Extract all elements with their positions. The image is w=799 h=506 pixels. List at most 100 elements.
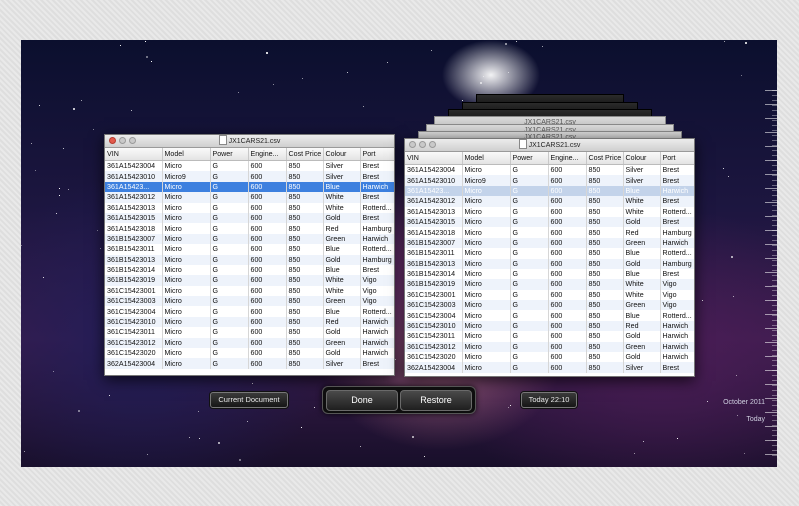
table-cell[interactable]: Micro: [162, 306, 211, 317]
table-cell[interactable]: Blue: [623, 248, 661, 259]
table-cell[interactable]: G: [510, 310, 549, 321]
table-cell[interactable]: Brest: [660, 268, 694, 280]
table-cell[interactable]: 850: [286, 254, 324, 265]
table-cell[interactable]: 600: [248, 264, 287, 276]
column-header[interactable]: Colour: [623, 152, 661, 165]
table-cell[interactable]: Micro: [462, 216, 511, 228]
table-cell[interactable]: 361A15423004: [105, 160, 163, 172]
table-cell[interactable]: Micro: [462, 320, 511, 332]
table-cell[interactable]: 600: [248, 306, 287, 317]
column-header[interactable]: VIN: [405, 152, 463, 165]
table-row[interactable]: 361C15423012 Micro G 600 850 Green Harwich: [405, 341, 694, 353]
table-cell[interactable]: Green: [323, 337, 361, 349]
table-cell[interactable]: White: [323, 202, 361, 213]
table-cell[interactable]: 850: [286, 202, 324, 213]
table-cell[interactable]: Blue: [623, 268, 661, 280]
table-cell[interactable]: Micro: [462, 341, 511, 353]
table-cell[interactable]: 600: [248, 244, 287, 255]
table-cell[interactable]: 361A15423012: [405, 196, 463, 207]
table-cell[interactable]: G: [210, 254, 249, 265]
table-cell[interactable]: Harwich: [360, 337, 394, 349]
table-cell[interactable]: Micro: [162, 233, 211, 245]
table-cell[interactable]: 600: [548, 300, 587, 311]
table-cell[interactable]: Micro: [162, 202, 211, 213]
table-cell[interactable]: G: [210, 285, 249, 297]
table-cell[interactable]: Micro: [162, 223, 211, 234]
column-header[interactable]: Power: [510, 152, 549, 165]
table-cell[interactable]: 850: [286, 212, 324, 224]
table-cell[interactable]: 361C15423001: [105, 285, 163, 297]
timeline-today-label[interactable]: Today: [746, 416, 765, 423]
table-cell[interactable]: 600: [248, 192, 287, 203]
table-cell[interactable]: 850: [586, 206, 624, 217]
table-cell[interactable]: G: [510, 227, 549, 238]
table-cell[interactable]: Blue: [623, 310, 661, 321]
table-row[interactable]: 361C15423010 Micro G 600 850 Red Harwich: [105, 316, 394, 328]
table-cell[interactable]: 361A15423018: [105, 223, 163, 234]
table-cell[interactable]: Hamburg: [660, 258, 694, 269]
table-cell[interactable]: Brest: [360, 171, 394, 182]
table-cell[interactable]: Red: [623, 320, 661, 332]
table-cell[interactable]: 361B15423019: [105, 275, 163, 286]
table-cell[interactable]: 850: [286, 358, 324, 369]
table-cell[interactable]: Harwich: [660, 320, 694, 332]
table-cell[interactable]: 361C15423010: [405, 320, 463, 332]
table-cell[interactable]: Brest: [360, 264, 394, 276]
table-cell[interactable]: Micro: [462, 279, 511, 290]
table-cell[interactable]: 850: [586, 237, 624, 249]
table-cell[interactable]: Micro: [162, 285, 211, 297]
table-cell[interactable]: G: [210, 223, 249, 234]
table-cell[interactable]: G: [210, 296, 249, 307]
table-cell[interactable]: Micro: [462, 185, 511, 197]
table-cell[interactable]: Brest: [660, 164, 694, 176]
table-cell[interactable]: 600: [248, 316, 287, 328]
table-cell[interactable]: 361C15423004: [405, 310, 463, 321]
table-cell[interactable]: White: [323, 275, 361, 286]
table-cell[interactable]: 600: [248, 285, 287, 297]
table-cell[interactable]: G: [510, 331, 549, 342]
table-row[interactable]: 361A15423004 Micro G 600 850 Silver Brest: [405, 164, 694, 176]
table-row[interactable]: 361C15423012 Micro G 600 850 Green Harwich: [105, 337, 394, 349]
table-cell[interactable]: 361A15423...: [405, 185, 463, 197]
table-cell[interactable]: Micro: [162, 296, 211, 307]
table-cell[interactable]: 600: [248, 171, 287, 182]
table-cell[interactable]: G: [210, 181, 249, 193]
table-cell[interactable]: Harwich: [660, 185, 694, 197]
table-cell[interactable]: 850: [586, 268, 624, 280]
table-cell[interactable]: Micro: [162, 254, 211, 265]
table-row[interactable]: 361B15423019 Micro G 600 850 White Vigo: [105, 275, 394, 286]
table-cell[interactable]: Silver: [323, 171, 361, 182]
table-cell[interactable]: Micro: [162, 316, 211, 328]
table-cell[interactable]: 850: [286, 337, 324, 349]
table-cell[interactable]: 361A15423018: [405, 227, 463, 238]
table-cell[interactable]: Micro9: [162, 171, 211, 182]
table-row[interactable]: 361B15423007 Micro G 600 850 Green Harwich: [405, 237, 694, 249]
table-cell[interactable]: 361C15423020: [405, 352, 463, 363]
table-cell[interactable]: Blue: [323, 264, 361, 276]
table-cell[interactable]: 850: [586, 279, 624, 290]
column-header[interactable]: Port: [660, 152, 694, 165]
table-cell[interactable]: Brest: [360, 192, 394, 203]
table-cell[interactable]: Rotterd...: [360, 202, 394, 213]
table-row[interactable]: 362A15423004 Micro G 600 850 Silver Brest: [105, 358, 394, 369]
table-cell[interactable]: 361B15423019: [405, 279, 463, 290]
table-cell[interactable]: Harwich: [360, 233, 394, 245]
data-table[interactable]: VIN Model Power Engine... Cost Price Colour Po…: [105, 148, 394, 369]
table-cell[interactable]: 600: [248, 223, 287, 234]
table-cell[interactable]: 600: [248, 181, 287, 193]
table-cell[interactable]: 361A15423015: [405, 216, 463, 228]
table-cell[interactable]: Harwich: [660, 341, 694, 353]
table-cell[interactable]: Micro: [162, 160, 211, 172]
table-cell[interactable]: 361B15423011: [105, 244, 163, 255]
table-cell[interactable]: 600: [248, 275, 287, 286]
table-row[interactable]: 362A15423004 Micro G 600 850 Silver Brest: [405, 362, 694, 373]
column-header[interactable]: Engine...: [248, 148, 287, 161]
table-row[interactable]: 361A15423... Micro G 600 850 Blue Harwich: [405, 185, 694, 197]
table-row[interactable]: 361C15423004 Micro G 600 850 Blue Rotterd...: [405, 310, 694, 321]
table-cell[interactable]: G: [510, 300, 549, 311]
table-cell[interactable]: Blue: [323, 244, 361, 255]
table-cell[interactable]: Harwich: [360, 181, 394, 193]
table-cell[interactable]: G: [210, 337, 249, 349]
table-cell[interactable]: 362A15423004: [405, 362, 463, 373]
table-cell[interactable]: 361C15423012: [405, 341, 463, 353]
